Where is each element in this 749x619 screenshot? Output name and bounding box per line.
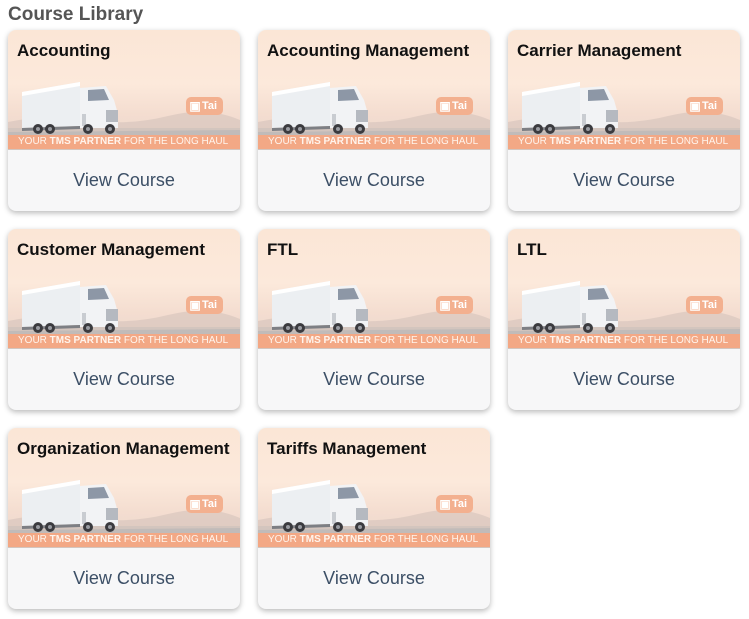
tai-logo-icon: ▣ (439, 298, 451, 312)
course-title: LTL (517, 240, 547, 259)
course-card[interactable]: ▣ Tai YOUR TMS PARTNER FOR THE LONG HAUL… (258, 229, 490, 410)
tai-logo: ▣ Tai (186, 296, 223, 314)
logo-text: Tai (202, 299, 218, 311)
tagline-post: FOR THE LONG HAUL (121, 534, 229, 545)
tai-logo-icon: ▣ (189, 497, 201, 511)
course-grid: ▣ Tai YOUR TMS PARTNER FOR THE LONG HAUL… (8, 30, 740, 609)
tagline-bold: TMS PARTNER (49, 136, 122, 147)
tai-logo: ▣ Tai (186, 495, 223, 513)
course-title: Organization Management (17, 439, 230, 458)
tagline-pre: YOUR (18, 136, 50, 147)
tagline-bold: TMS PARTNER (549, 335, 622, 346)
tagline-pre: YOUR (518, 335, 550, 346)
banner-tagline: YOUR TMS PARTNER FOR THE LONG HAUL (508, 334, 740, 348)
tagline-bold: TMS PARTNER (549, 136, 622, 147)
page-title: Course Library (8, 4, 144, 25)
course-title: Tariffs Management (267, 439, 427, 458)
tagline-pre: YOUR (18, 335, 50, 346)
tagline-post: FOR THE LONG HAUL (621, 335, 729, 346)
view-course-link[interactable]: View Course (508, 349, 740, 410)
course-card[interactable]: ▣ Tai YOUR TMS PARTNER FOR THE LONG HAUL… (258, 30, 490, 211)
course-title: Accounting Management (267, 41, 470, 60)
course-card[interactable]: ▣ Tai YOUR TMS PARTNER FOR THE LONG HAUL… (8, 30, 240, 211)
tai-logo-icon: ▣ (439, 497, 451, 511)
banner-tagline: YOUR TMS PARTNER FOR THE LONG HAUL (258, 135, 490, 149)
course-card[interactable]: ▣ Tai YOUR TMS PARTNER FOR THE LONG HAUL… (8, 229, 240, 410)
banner-tagline: YOUR TMS PARTNER FOR THE LONG HAUL (508, 135, 740, 149)
logo-text: Tai (702, 100, 718, 112)
tagline-pre: YOUR (18, 534, 50, 545)
tagline-post: FOR THE LONG HAUL (621, 136, 729, 147)
tai-logo-icon: ▣ (189, 298, 201, 312)
tagline-post: FOR THE LONG HAUL (121, 335, 229, 346)
view-course-link[interactable]: View Course (8, 349, 240, 410)
banner-tagline: YOUR TMS PARTNER FOR THE LONG HAUL (8, 135, 240, 149)
tagline-pre: YOUR (268, 534, 300, 545)
view-course-link[interactable]: View Course (258, 349, 490, 410)
banner-tagline: YOUR TMS PARTNER FOR THE LONG HAUL (258, 334, 490, 348)
tagline-bold: TMS PARTNER (49, 534, 122, 545)
logo-text: Tai (202, 100, 218, 112)
view-course-link[interactable]: View Course (508, 150, 740, 211)
course-card[interactable]: ▣ Tai YOUR TMS PARTNER FOR THE LONG HAUL… (508, 30, 740, 211)
tagline-bold: TMS PARTNER (299, 136, 372, 147)
tai-logo-icon: ▣ (689, 298, 701, 312)
logo-text: Tai (452, 100, 468, 112)
tai-logo: ▣ Tai (436, 97, 473, 115)
tagline-post: FOR THE LONG HAUL (371, 136, 479, 147)
tagline-pre: YOUR (518, 136, 550, 147)
view-course-link[interactable]: View Course (8, 150, 240, 211)
logo-text: Tai (452, 299, 468, 311)
tagline-pre: YOUR (268, 136, 300, 147)
course-title: Carrier Management (517, 41, 682, 60)
tagline-bold: TMS PARTNER (299, 335, 372, 346)
view-course-link[interactable]: View Course (8, 548, 240, 609)
course-card[interactable]: ▣ Tai YOUR TMS PARTNER FOR THE LONG HAUL… (508, 229, 740, 410)
course-card[interactable]: ▣ Tai YOUR TMS PARTNER FOR THE LONG HAUL… (8, 428, 240, 609)
tai-logo: ▣ Tai (186, 97, 223, 115)
banner-tagline: YOUR TMS PARTNER FOR THE LONG HAUL (8, 533, 240, 547)
tai-logo-icon: ▣ (439, 99, 451, 113)
banner-tagline: YOUR TMS PARTNER FOR THE LONG HAUL (8, 334, 240, 348)
tagline-bold: TMS PARTNER (49, 335, 122, 346)
course-title: Customer Management (17, 240, 205, 259)
tai-logo: ▣ Tai (436, 296, 473, 314)
course-title: FTL (267, 240, 299, 259)
tai-logo: ▣ Tai (436, 495, 473, 513)
logo-text: Tai (202, 498, 218, 510)
tagline-post: FOR THE LONG HAUL (371, 335, 479, 346)
tai-logo-icon: ▣ (189, 99, 201, 113)
tai-logo: ▣ Tai (686, 97, 723, 115)
tagline-bold: TMS PARTNER (299, 534, 372, 545)
tagline-post: FOR THE LONG HAUL (371, 534, 479, 545)
tagline-pre: YOUR (268, 335, 300, 346)
tai-logo: ▣ Tai (686, 296, 723, 314)
course-title: Accounting (17, 41, 111, 60)
course-card[interactable]: ▣ Tai YOUR TMS PARTNER FOR THE LONG HAUL… (258, 428, 490, 609)
tagline-post: FOR THE LONG HAUL (121, 136, 229, 147)
tai-logo-icon: ▣ (689, 99, 701, 113)
view-course-link[interactable]: View Course (258, 150, 490, 211)
logo-text: Tai (702, 299, 718, 311)
banner-tagline: YOUR TMS PARTNER FOR THE LONG HAUL (258, 533, 490, 547)
view-course-link[interactable]: View Course (258, 548, 490, 609)
logo-text: Tai (452, 498, 468, 510)
